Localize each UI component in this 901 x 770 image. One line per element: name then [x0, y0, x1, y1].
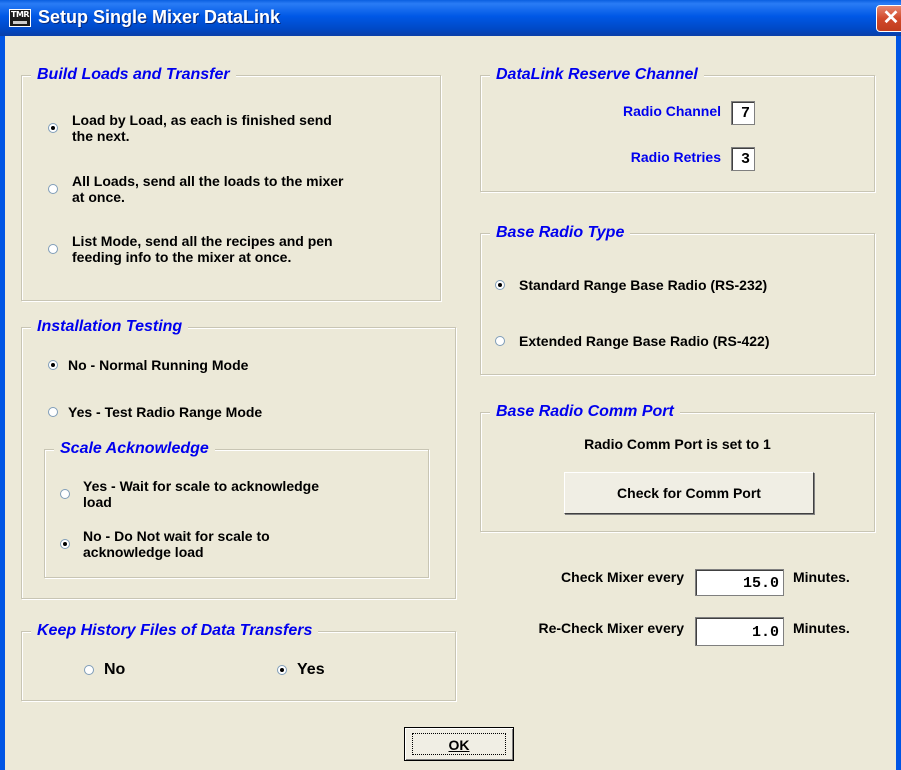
radio-history-no[interactable] [84, 665, 94, 675]
close-button[interactable]: ✕ [876, 5, 901, 32]
comm-port-title: Base Radio Comm Port [490, 400, 680, 424]
radio-type-label: Extended Range Base Radio (RS-422) [519, 333, 770, 349]
recheck-mixer-label: Re-Check Mixer every [538, 620, 684, 636]
window-left-border [0, 36, 5, 770]
recheck-mixer-field[interactable]: 1.0 [695, 617, 784, 646]
scale-ack-line2: acknowledge load [83, 544, 204, 560]
build-loads-title: Build Loads and Transfer [31, 63, 236, 87]
app-icon: TMR [9, 9, 31, 27]
build-option-line2: feeding info to the mixer at once. [72, 249, 292, 265]
ok-button-label[interactable]: OK [412, 733, 506, 755]
history-group: Keep History Files of Data Transfers No … [21, 619, 456, 701]
build-option-line2: the next. [72, 128, 130, 144]
check-mixer-label: Check Mixer every [561, 569, 684, 585]
radio-load-by-load[interactable] [48, 123, 58, 133]
reserve-channel-group: DataLink Reserve Channel Radio Channel 7… [480, 63, 875, 192]
ok-button[interactable]: OK [404, 727, 514, 761]
app-icon-text: TMR [11, 10, 30, 19]
radio-standard-range[interactable] [495, 280, 505, 290]
radio-channel-label: Radio Channel [622, 103, 721, 119]
radio-scale-ack-no[interactable] [60, 539, 70, 549]
base-radio-type-group: Base Radio Type Standard Range Base Radi… [480, 221, 875, 375]
installation-testing-title: Installation Testing [31, 315, 189, 339]
history-title: Keep History Files of Data Transfers [31, 619, 319, 643]
testing-option-label: Yes - Test Radio Range Mode [68, 404, 263, 420]
testing-option-label: No - Normal Running Mode [68, 357, 249, 373]
radio-type-label: Standard Range Base Radio (RS-232) [519, 277, 768, 293]
radio-testing-yes[interactable] [48, 407, 58, 417]
scale-ack-line2: load [83, 494, 112, 510]
comm-port-group: Base Radio Comm Port Radio Comm Port is … [480, 400, 875, 532]
radio-testing-no[interactable] [48, 360, 58, 370]
check-mixer-unit: Minutes. [793, 569, 850, 585]
radio-channel-field[interactable]: 7 [731, 101, 755, 125]
radio-retries-label: Radio Retries [630, 149, 721, 165]
window-title: Setup Single Mixer DataLink [38, 7, 281, 27]
title-bar: TMR Setup Single Mixer DataLink ✕ [0, 0, 901, 36]
radio-history-yes[interactable] [277, 665, 287, 675]
history-option-label: No [104, 661, 126, 678]
check-comm-port-button[interactable]: Check for Comm Port [564, 472, 814, 514]
scale-ack-group: Scale Acknowledge Yes - Wait for scale t… [44, 437, 429, 578]
radio-scale-ack-yes[interactable] [60, 489, 70, 499]
scale-ack-line1: Yes - Wait for scale to acknowledge [83, 478, 319, 494]
history-option-label: Yes [297, 661, 325, 678]
build-option-line1: List Mode, send all the recipes and pen [72, 233, 333, 249]
build-option-line1: Load by Load, as each is finished send [72, 112, 332, 128]
base-radio-type-title: Base Radio Type [490, 221, 631, 245]
build-option-line1: All Loads, send all the loads to the mix… [72, 173, 344, 189]
radio-all-loads[interactable] [48, 184, 58, 194]
scale-ack-line1: No - Do Not wait for scale to [83, 528, 270, 544]
reserve-channel-title: DataLink Reserve Channel [490, 63, 704, 87]
scale-ack-title: Scale Acknowledge [54, 437, 215, 461]
comm-port-status: Radio Comm Port is set to 1 [584, 436, 771, 452]
check-mixer-field[interactable]: 15.0 [695, 569, 784, 596]
radio-extended-range[interactable] [495, 336, 505, 346]
window-right-border [896, 36, 901, 770]
radio-retries-field[interactable]: 3 [731, 147, 755, 171]
recheck-mixer-unit: Minutes. [793, 620, 850, 636]
build-loads-group: Build Loads and Transfer Load by Load, a… [21, 63, 441, 301]
build-option-line2: at once. [72, 189, 125, 205]
close-icon[interactable]: ✕ [883, 7, 900, 29]
radio-list-mode[interactable] [48, 244, 58, 254]
installation-testing-group: Installation Testing No - Normal Running… [21, 315, 456, 599]
